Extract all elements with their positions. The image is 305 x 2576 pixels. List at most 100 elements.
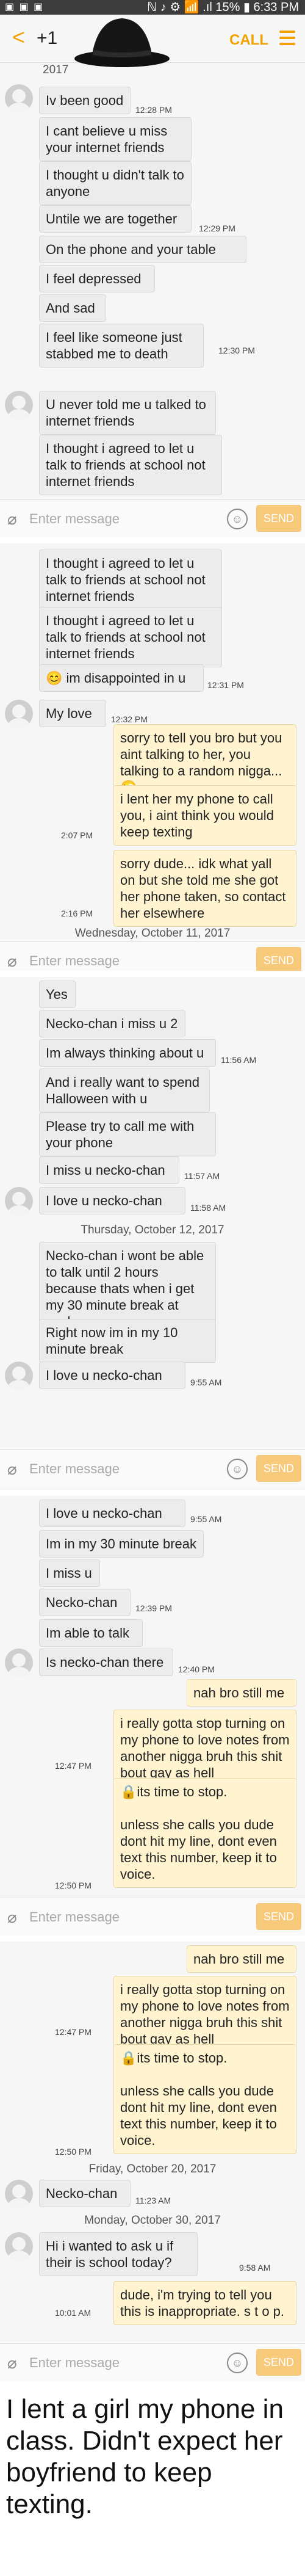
- send-button[interactable]: SEND: [256, 947, 301, 971]
- status-right: ℕ ♪ ⚙ 📶 .ıl 15% ▮ 6:33 PM: [147, 1, 299, 14]
- avatar: [5, 1187, 33, 1215]
- date-separator: Thursday, October 12, 2017: [81, 1224, 224, 1236]
- message-bubble: Necko-chan: [39, 2180, 131, 2207]
- message-input[interactable]: Enter message: [29, 1461, 120, 1477]
- message-bubble: I thought u didn't talk to anyone: [39, 161, 192, 205]
- message-bubble: And i really want to spend Halloween wit…: [39, 1068, 210, 1112]
- paperclip-icon[interactable]: ⌀: [7, 1460, 17, 1479]
- message-bubble: i lent her my phone to call you, i aint …: [113, 785, 296, 846]
- message-time: 12:31 PM: [207, 680, 244, 690]
- message-composer: ⌀ Enter message SEND: [0, 1898, 305, 1936]
- emoji-icon[interactable]: ☺: [227, 509, 248, 529]
- status-left-icons: ▣ ▣ ▣: [5, 2, 45, 12]
- message-bubble: 😊 im disappointed in u: [39, 664, 204, 692]
- date-separator: Monday, October 30, 2017: [84, 2214, 221, 2227]
- message-time: 12:50 PM: [55, 2147, 92, 2157]
- back-icon[interactable]: <: [12, 24, 25, 50]
- message-bubble: I feel depressed: [39, 265, 155, 292]
- message-composer: ⌀ Enter message ☺ SEND: [0, 2343, 305, 2381]
- date-separator: Friday, October 20, 2017: [88, 2163, 217, 2175]
- message-bubble: nah bro still me: [187, 1679, 296, 1707]
- status-bar: ▣ ▣ ▣ ℕ ♪ ⚙ 📶 .ıl 15% ▮ 6:33 PM: [0, 0, 305, 15]
- message-time: 2:16 PM: [61, 909, 93, 918]
- message-time: 11:58 AM: [190, 1203, 226, 1213]
- message-bubble: dude, i'm trying to tell you this is ina…: [113, 2281, 296, 2325]
- paperclip-icon[interactable]: ⌀: [7, 2354, 17, 2373]
- message-time: 2:07 PM: [61, 830, 93, 840]
- send-button[interactable]: SEND: [256, 2349, 301, 2376]
- message-bubble: I thought i agreed to let u talk to frie…: [39, 435, 222, 495]
- message-time: 12:50 PM: [55, 1881, 92, 1890]
- call-button[interactable]: CALL: [229, 32, 268, 49]
- paperclip-icon[interactable]: ⌀: [7, 1908, 17, 1927]
- message-bubble: nah bro still me: [187, 1945, 296, 1973]
- avatar: [5, 2232, 33, 2260]
- message-time: 11:57 AM: [184, 1171, 220, 1181]
- message-bubble: I love u necko-chan: [39, 1187, 185, 1214]
- menu-icon[interactable]: [279, 27, 295, 49]
- send-button[interactable]: SEND: [256, 1903, 301, 1930]
- message-bubble: Untile we are together: [39, 205, 192, 233]
- message-bubble: Im able to talk: [39, 1619, 143, 1647]
- message-time: 11:56 AM: [221, 1055, 257, 1065]
- post-caption: I lent a girl my phone in class. Didn't …: [6, 2394, 284, 2519]
- message-bubble: And sad: [39, 294, 106, 322]
- message-bubble: I love u necko-chan: [39, 1500, 185, 1527]
- message-bubble: Is necko-chan there: [39, 1649, 173, 1676]
- chat-panel-4: I love u necko-chan 9:55 AM Im in my 30 …: [0, 1496, 305, 1936]
- message-time: 12:29 PM: [199, 223, 235, 233]
- avatar: [5, 700, 33, 728]
- message-input[interactable]: Enter message: [29, 1909, 120, 1925]
- message-bubble: Hi i wanted to ask u if their is school …: [39, 2232, 198, 2276]
- message-bubble: My love: [39, 700, 106, 727]
- message-fragment: 2017: [43, 63, 69, 76]
- message-time: 9:58 AM: [239, 2263, 271, 2273]
- avatar: [5, 391, 33, 419]
- message-bubble: U never told me u talked to internet fri…: [39, 391, 216, 435]
- chat-panel-5: nah bro still me i really gotta stop tur…: [0, 1942, 305, 2381]
- message-bubble: I thought i agreed to let u talk to frie…: [39, 550, 222, 610]
- message-time: 12:47 PM: [55, 2027, 92, 2037]
- message-input[interactable]: Enter message: [29, 2355, 120, 2371]
- message-time: 12:32 PM: [111, 714, 148, 724]
- date-separator: Wednesday, October 11, 2017: [74, 927, 231, 940]
- message-time: 9:55 AM: [190, 1377, 222, 1387]
- avatar: [5, 84, 33, 112]
- app-top-bar: < +1 CALL: [0, 15, 305, 67]
- screenshot-stack: ▣ ▣ ▣ ℕ ♪ ⚙ 📶 .ıl 15% ▮ 6:33 PM < +1 CAL…: [0, 0, 305, 2381]
- message-bubble: I love u necko-chan: [39, 1362, 185, 1389]
- message-bubble: On the phone and your table: [39, 236, 246, 263]
- message-bubble: Necko-chan i miss u 2: [39, 1010, 185, 1037]
- message-input[interactable]: Enter message: [29, 511, 120, 527]
- message-bubble: i really gotta stop turning on my phone …: [113, 1976, 296, 2053]
- message-time: 12:47 PM: [55, 1761, 92, 1771]
- message-time: 12:28 PM: [135, 105, 172, 115]
- chat-panel-1: ▣ ▣ ▣ ℕ ♪ ⚙ 📶 .ıl 15% ▮ 6:33 PM < +1 CAL…: [0, 0, 305, 537]
- message-bubble: 🔒its time to stop. unless she calls you …: [113, 2044, 296, 2154]
- message-bubble: Yes: [39, 981, 76, 1008]
- message-bubble: I thought i agreed to let u talk to frie…: [39, 607, 222, 667]
- message-composer: ⌀ Enter message ☺ SEND: [0, 1449, 305, 1488]
- message-bubble: Im in my 30 minute break: [39, 1530, 204, 1558]
- paperclip-icon[interactable]: ⌀: [7, 510, 17, 529]
- message-bubble: I miss u: [39, 1559, 100, 1587]
- message-composer: ⌀ Enter message SEND: [0, 942, 305, 971]
- message-bubble: i really gotta stop turning on my phone …: [113, 1710, 296, 1787]
- message-bubble: I feel like someone just stabbed me to d…: [39, 324, 204, 368]
- chat-panel-2: I thought i agreed to let u talk to frie…: [0, 543, 305, 971]
- message-input[interactable]: Enter message: [29, 953, 120, 969]
- message-time: 11:23 AM: [135, 2196, 171, 2205]
- message-time: 12:39 PM: [135, 1603, 172, 1613]
- avatar: [5, 2180, 33, 2208]
- paperclip-icon[interactable]: ⌀: [7, 952, 17, 971]
- emoji-icon[interactable]: ☺: [227, 2353, 248, 2373]
- chat-panel-3: Yes Necko-chan i miss u 2 Im always thin…: [0, 977, 305, 1490]
- message-time: 12:30 PM: [218, 346, 255, 355]
- message-time: 9:55 AM: [190, 1514, 222, 1524]
- send-button[interactable]: SEND: [256, 1455, 301, 1482]
- message-bubble: sorry dude... idk what yall on but she t…: [113, 850, 296, 927]
- send-button[interactable]: SEND: [256, 505, 301, 532]
- avatar: [5, 1649, 33, 1677]
- message-composer: ⌀ Enter message ☺ SEND: [0, 499, 305, 537]
- emoji-icon[interactable]: ☺: [227, 1459, 248, 1479]
